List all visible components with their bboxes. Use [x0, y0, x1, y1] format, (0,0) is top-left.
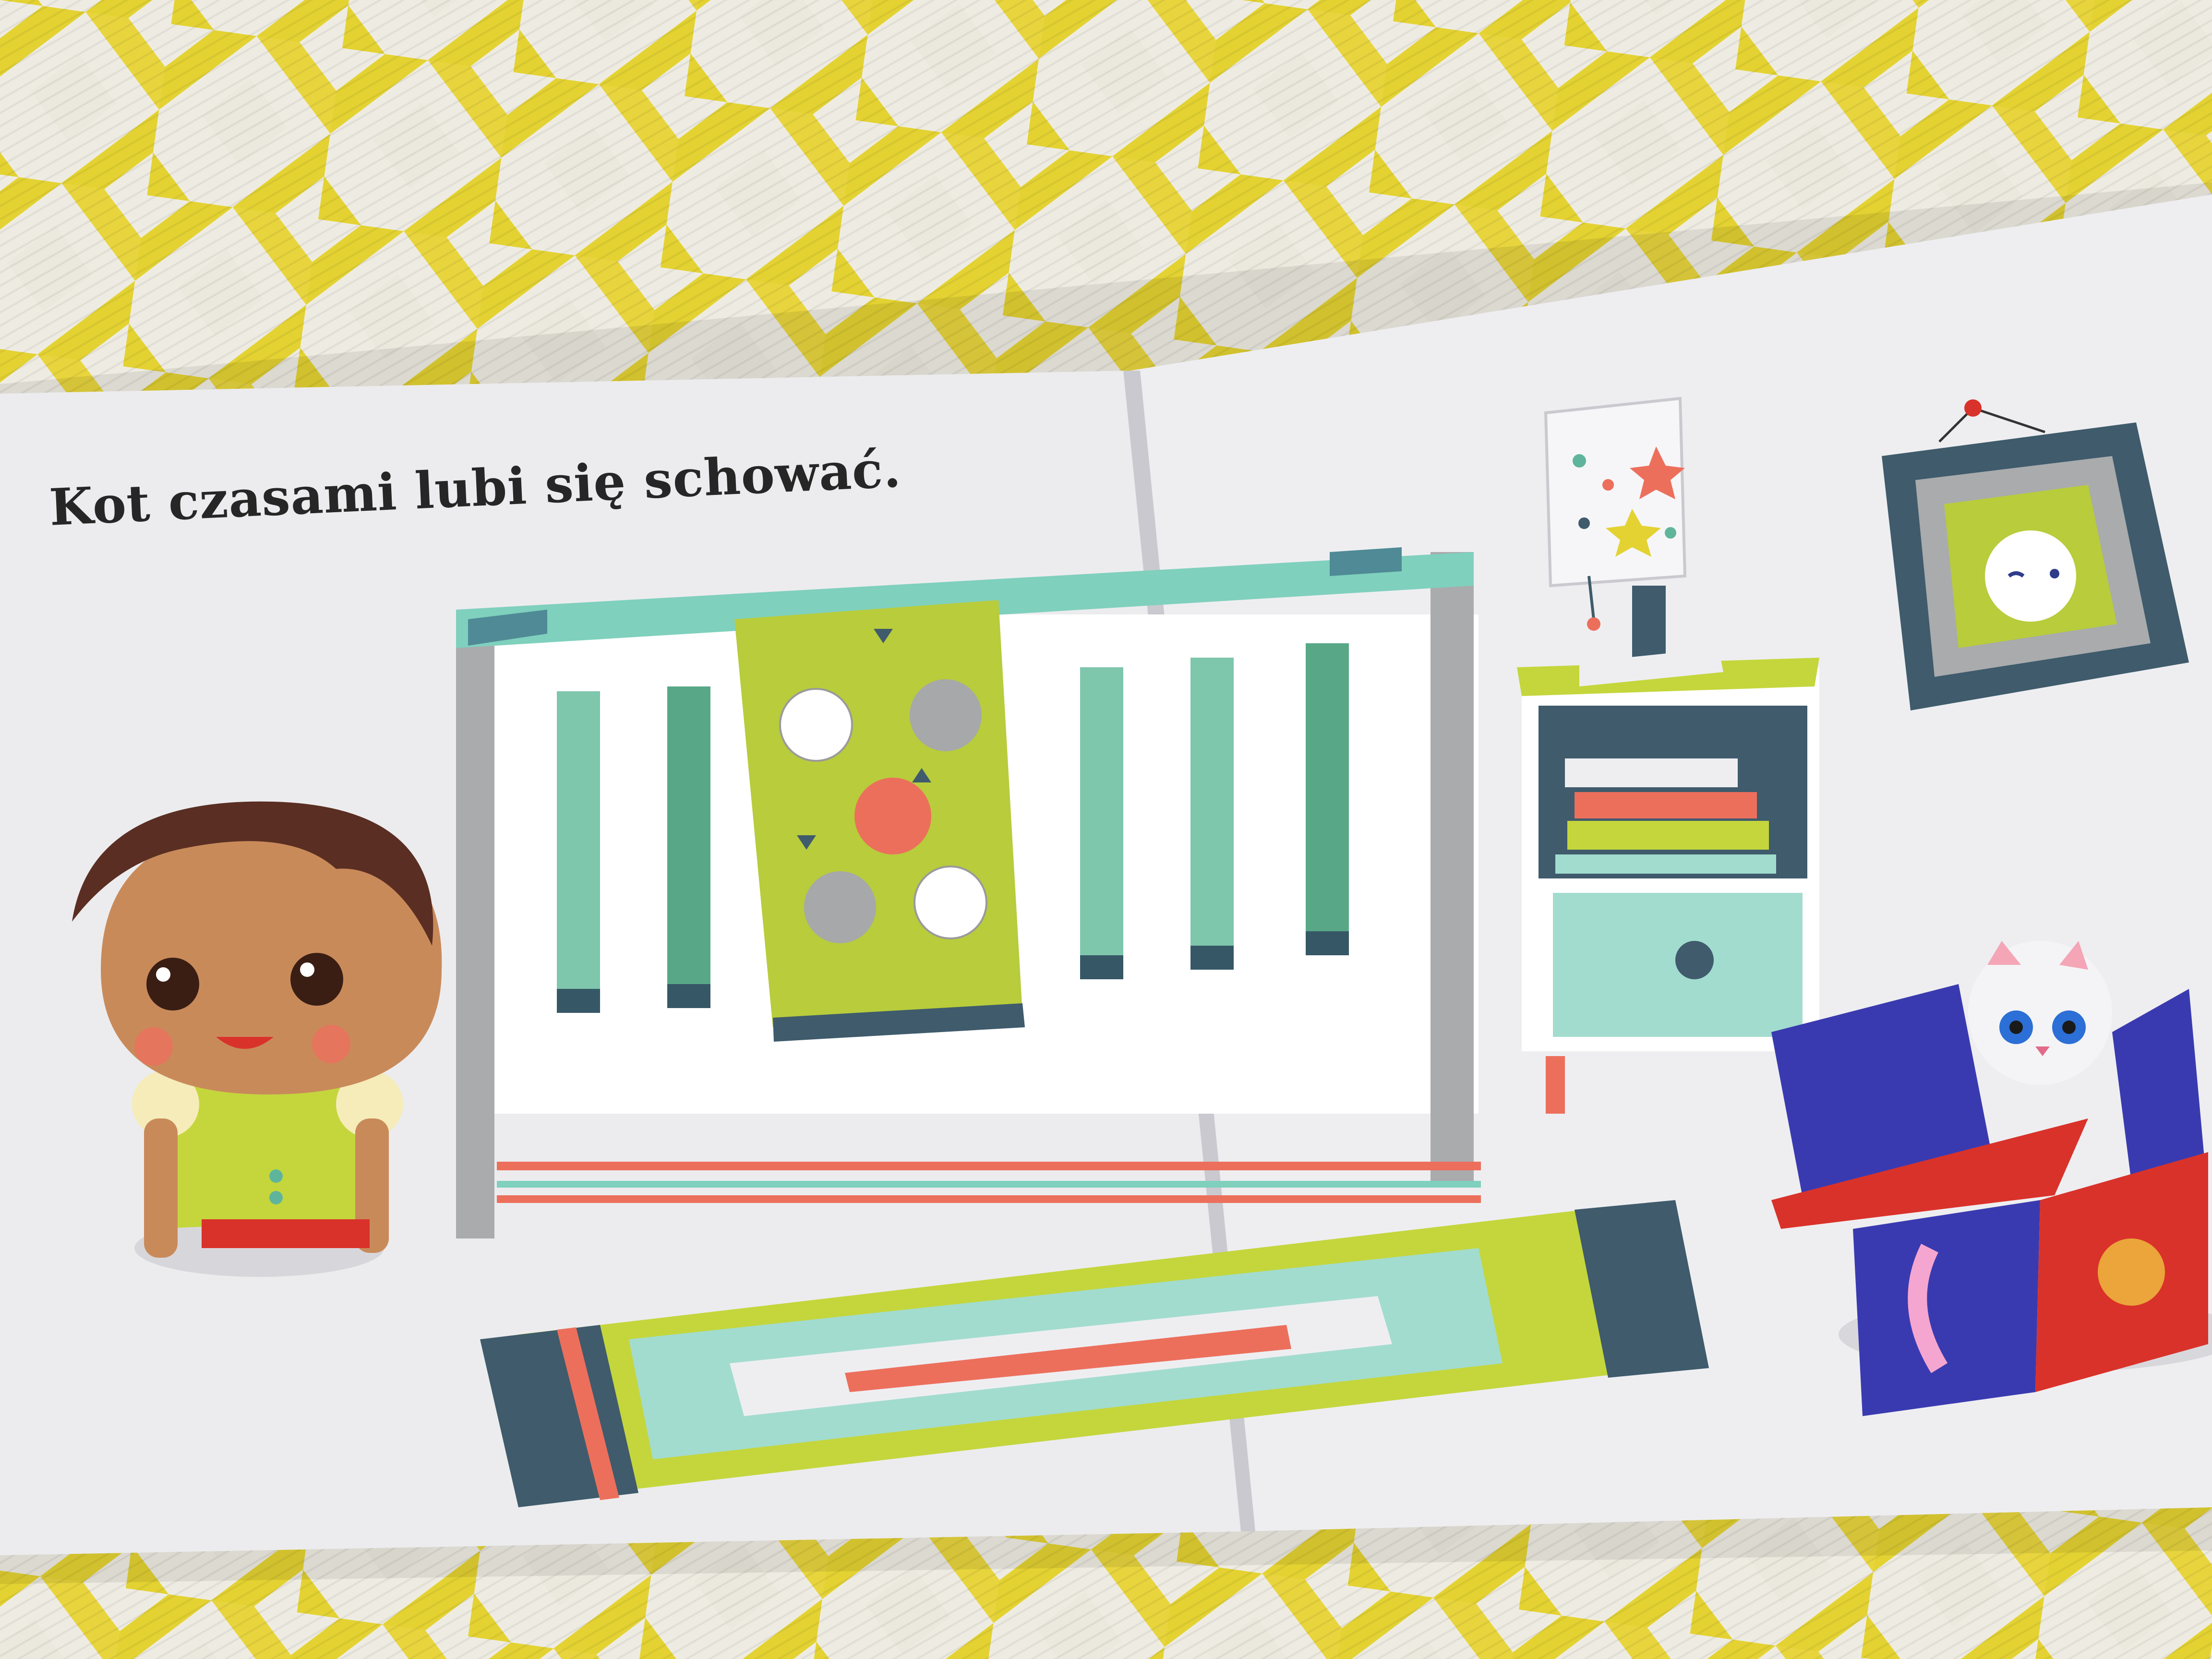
photo-scene	[0, 0, 2212, 1659]
